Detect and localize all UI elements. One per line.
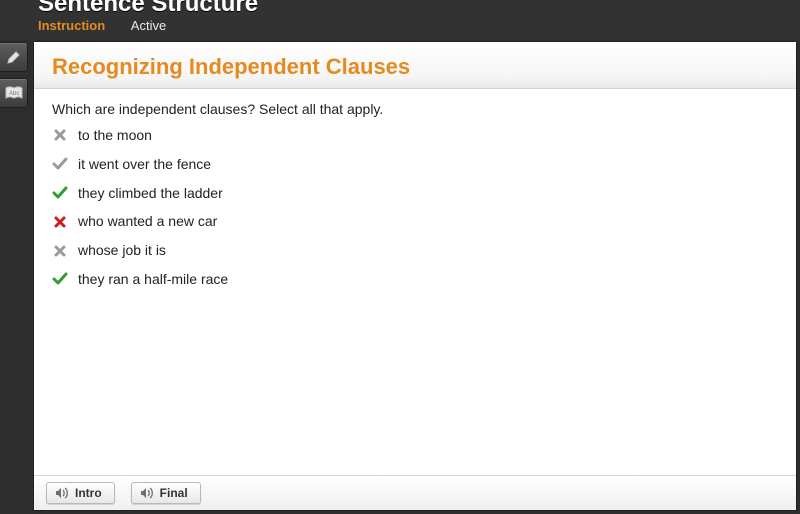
answer-option[interactable]: to the moon [52,127,778,144]
audio-intro-button[interactable]: Intro [46,482,115,504]
lesson-body: Which are independent clauses? Select al… [34,89,796,312]
answer-text: it went over the fence [78,156,211,173]
x-mark-icon [52,243,68,259]
answer-text: they climbed the ladder [78,185,223,202]
svg-text:Abc: Abc [9,91,19,97]
answer-option[interactable]: it went over the fence [52,156,778,173]
book-icon: Abc [5,86,23,100]
audio-final-button[interactable]: Final [131,482,201,504]
pencil-icon [6,49,22,65]
answer-text: they ran a half-mile race [78,271,228,288]
answer-option[interactable]: they climbed the ladder [52,185,778,202]
answer-list: to the moon it went over the fence they cl… [52,127,778,288]
lesson-title: Recognizing Independent Clauses [52,54,778,80]
audio-intro-label: Intro [75,486,102,500]
check-mark-icon [52,271,68,287]
pencil-tool[interactable] [0,42,28,72]
tab-active[interactable]: Active [131,18,166,33]
lesson-panel: Recognizing Independent Clauses Which ar… [34,42,796,510]
header-tabs: Instruction Active [38,18,188,33]
app-header: Sentence Structure Instruction Active [0,0,800,40]
audio-final-label: Final [160,486,188,500]
tab-instruction[interactable]: Instruction [38,18,105,33]
check-mark-icon [52,185,68,201]
answer-option[interactable]: they ran a half-mile race [52,271,778,288]
glossary-tool[interactable]: Abc [0,78,28,108]
speaker-icon [140,487,154,499]
answer-text: whose job it is [78,242,166,259]
question-prompt: Which are independent clauses? Select al… [52,101,778,117]
x-mark-icon [52,127,68,143]
lesson-header: Recognizing Independent Clauses [34,42,796,89]
check-mark-icon [52,156,68,172]
answer-text: who wanted a new car [78,213,217,230]
tool-rail: Abc [0,42,27,114]
answer-text: to the moon [78,127,152,144]
x-mark-icon [52,214,68,230]
speaker-icon [55,487,69,499]
answer-option[interactable]: whose job it is [52,242,778,259]
answer-option[interactable]: who wanted a new car [52,213,778,230]
course-title: Sentence Structure [38,0,258,18]
lesson-footer: Intro Final [34,475,796,510]
